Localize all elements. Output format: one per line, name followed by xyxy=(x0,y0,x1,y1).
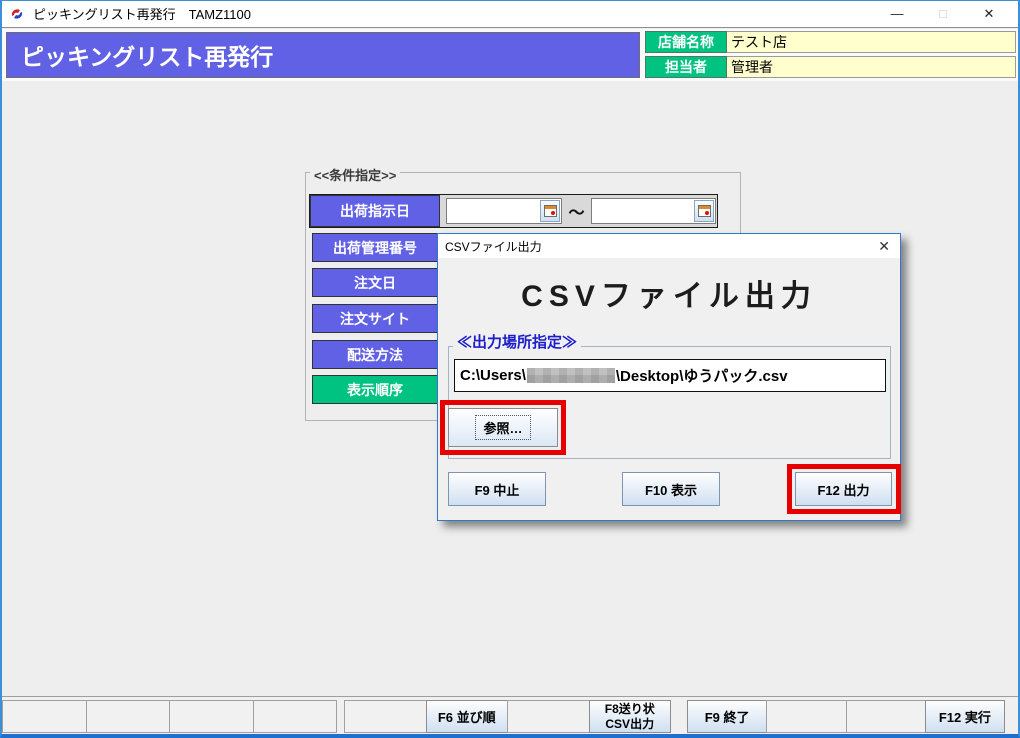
window-controls: — □ ✕ xyxy=(874,1,1012,27)
fn-slot-f1 xyxy=(2,700,87,733)
f8-shipping-label-csv-button[interactable]: F8送り状 CSV出力 xyxy=(588,700,671,733)
fn-group-1 xyxy=(2,700,337,733)
minimize-icon[interactable]: — xyxy=(874,1,920,27)
f6-sort-order-button[interactable]: F6 並び順 xyxy=(425,700,508,733)
display-order-label: 表示順序 xyxy=(312,375,438,404)
fn-slot-f4 xyxy=(252,700,337,733)
staff-row: 担当者 管理者 xyxy=(645,56,1016,78)
f9-exit-button[interactable]: F9 終了 xyxy=(687,700,768,733)
ship-date-to-input[interactable] xyxy=(591,198,716,224)
ship-date-label: 出荷指示日 xyxy=(310,195,440,227)
order-date-label: 注文日 xyxy=(312,268,438,297)
app-header: ピッキングリスト再発行 店舗名称 テスト店 担当者 管理者 xyxy=(0,29,1020,81)
page-title: ピッキングリスト再発行 xyxy=(6,32,640,78)
date-range-separator: ～ xyxy=(568,205,585,222)
f10-show-button[interactable]: F10 表示 xyxy=(622,472,720,506)
browse-button[interactable]: 参照… xyxy=(448,408,558,447)
maximize-icon: □ xyxy=(939,6,947,21)
fn-slot-f3 xyxy=(169,700,254,733)
calendar-icon xyxy=(543,205,557,217)
close-icon[interactable]: ✕ xyxy=(966,1,1012,27)
delivery-method-label: 配送方法 xyxy=(312,340,438,369)
ship-date-from-input[interactable] xyxy=(446,198,562,224)
store-name-label: 店舗名称 xyxy=(645,31,727,53)
dialog-heading: CSVファイル出力 xyxy=(521,280,817,313)
fn-slot-f5 xyxy=(344,700,427,733)
ship-mgmt-number-label: 出荷管理番号 xyxy=(312,233,438,262)
staff-value: 管理者 xyxy=(727,56,1016,78)
order-site-label: 注文サイト xyxy=(312,304,438,333)
dialog-title-bar: CSVファイル出力 ✕ xyxy=(438,234,900,258)
fn-group-3: F9 終了 F12 実行 xyxy=(687,700,1005,733)
title-bar: ピッキングリスト再発行 TAMZ1100 — □ ✕ xyxy=(0,0,1020,28)
app-icon xyxy=(11,8,23,19)
window-title: ピッキングリスト再発行 TAMZ1100 xyxy=(33,7,251,22)
output-path-field[interactable]: C:\Users\ \Desktop\ゆうパック.csv xyxy=(454,359,886,392)
store-name-row: 店舗名称 テスト店 xyxy=(645,31,1016,53)
fn-slot-f11 xyxy=(845,700,926,733)
f12-output-button[interactable]: F12 出力 xyxy=(795,472,892,506)
staff-label: 担当者 xyxy=(645,56,727,78)
dialog-title: CSVファイル出力 xyxy=(445,239,542,254)
ship-date-row: 出荷指示日 ～ xyxy=(309,194,718,228)
fn-slot-f7 xyxy=(507,700,590,733)
output-location-legend: ≪出力場所指定≫ xyxy=(453,331,582,352)
fn-slot-f2 xyxy=(85,700,170,733)
date-picker-button[interactable] xyxy=(540,200,560,222)
dialog-close-icon[interactable]: ✕ xyxy=(878,238,890,255)
fn-slot-f10 xyxy=(766,700,847,733)
fn-group-2: F6 並び順 F8送り状 CSV出力 xyxy=(344,700,671,733)
csv-output-dialog: CSVファイル出力 ✕ CSVファイル出力 ≪出力場所指定≫ C:\Users\… xyxy=(437,233,901,521)
f9-cancel-button[interactable]: F9 中止 xyxy=(448,472,546,506)
app-window: ピッキングリスト再発行 TAMZ1100 — □ ✕ ピッキングリスト再発行 店… xyxy=(0,0,1020,738)
condition-legend: <<条件指定>> xyxy=(310,165,401,184)
browse-button-label: 参照… xyxy=(475,415,531,440)
path-prefix: C:\Users\ xyxy=(460,367,526,384)
date-picker-button[interactable] xyxy=(694,200,714,222)
redacted-username xyxy=(526,368,615,383)
path-suffix: \Desktop\ゆうパック.csv xyxy=(615,368,788,385)
f12-execute-button[interactable]: F12 実行 xyxy=(924,700,1005,733)
store-name-value: テスト店 xyxy=(727,31,1016,53)
calendar-icon xyxy=(697,205,711,217)
main-area: <<条件指定>> 出荷指示日 ～ 出荷管理番号 注文日 注文サイト 配送方法 表… xyxy=(0,81,1020,696)
function-key-bar: F6 並び順 F8送り状 CSV出力 F9 終了 F12 実行 xyxy=(0,696,1020,738)
